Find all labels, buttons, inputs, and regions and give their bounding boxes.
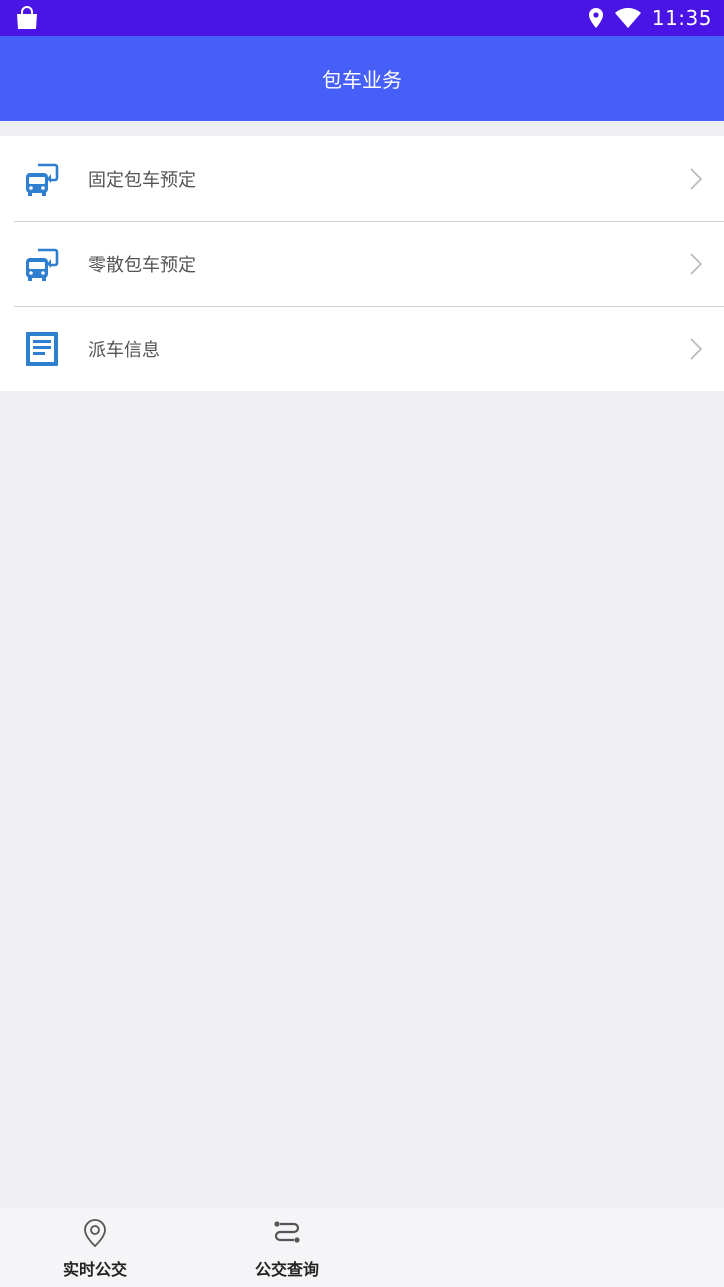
location-icon <box>588 8 603 28</box>
status-bar: 11:35 <box>0 0 724 36</box>
tab-label: 公交查询 <box>254 1260 319 1279</box>
shopping-bag-icon <box>17 6 37 29</box>
chevron-right-icon <box>690 338 702 360</box>
menu-list: 固定包车预定 零散包车预定 派车信息 <box>0 136 724 391</box>
status-time: 11:35 <box>651 6 712 30</box>
document-icon <box>26 332 58 366</box>
location-pin-icon <box>84 1219 106 1248</box>
tab-realtime-bus[interactable]: 实时公交 <box>0 1208 190 1287</box>
app-bar: 包车业务 <box>0 36 724 121</box>
route-icon <box>274 1221 300 1243</box>
chevron-right-icon <box>690 253 702 275</box>
status-right: 11:35 <box>588 0 712 36</box>
menu-item-dispatch-info[interactable]: 派车信息 <box>0 306 724 391</box>
page-title: 包车业务 <box>322 68 402 92</box>
bus-transfer-icon <box>26 163 59 196</box>
menu-item-label: 派车信息 <box>88 339 160 361</box>
wifi-icon <box>614 7 641 28</box>
bus-transfer-icon <box>26 248 59 281</box>
chevron-right-icon <box>690 168 702 190</box>
menu-item-fixed-charter[interactable]: 固定包车预定 <box>0 136 724 221</box>
menu-item-label: 零散包车预定 <box>88 254 196 276</box>
menu-item-scattered-charter[interactable]: 零散包车预定 <box>0 221 724 306</box>
tab-label: 实时公交 <box>62 1260 127 1279</box>
menu-item-label: 固定包车预定 <box>88 169 196 191</box>
bottom-nav: 实时公交 公交查询 <box>0 1208 724 1287</box>
tab-bus-query[interactable]: 公交查询 <box>192 1208 382 1287</box>
